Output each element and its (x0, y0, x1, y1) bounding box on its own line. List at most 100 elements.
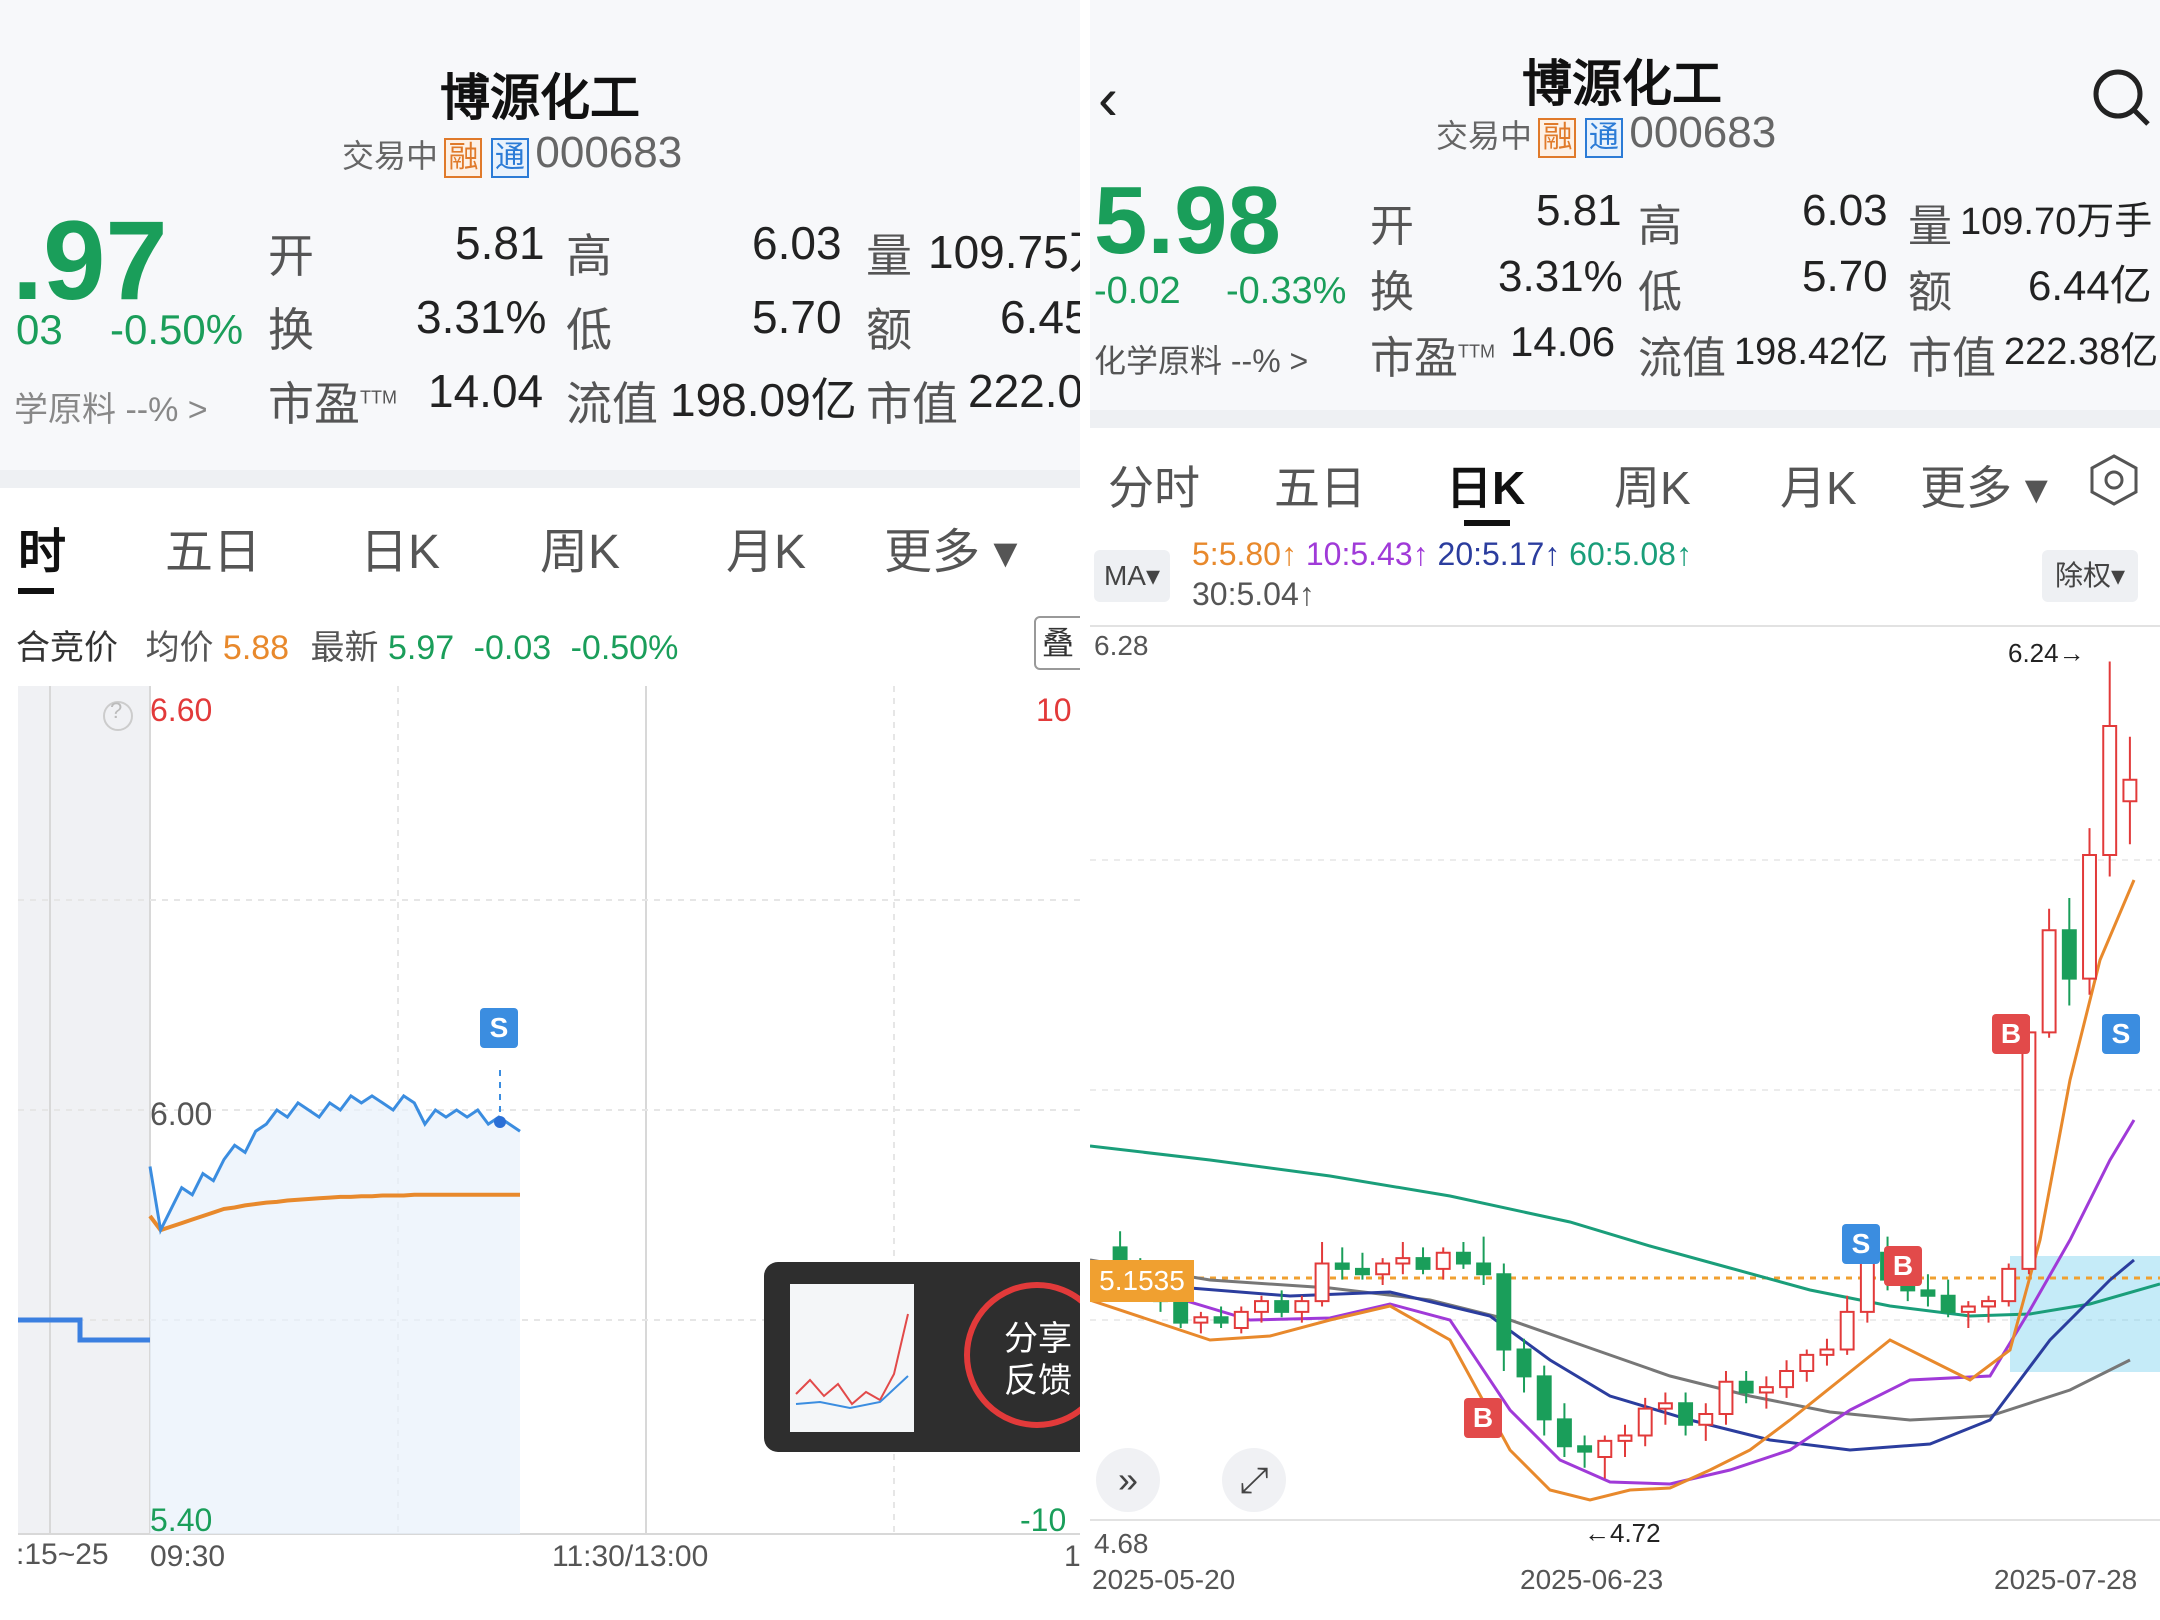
tab-weekly-k[interactable]: 周K (540, 512, 620, 582)
high-value: 6.03 (1802, 186, 1888, 235)
share-label[interactable]: 分享 反馈 (1004, 1318, 1072, 1402)
candle-body (1637, 1407, 1653, 1437)
low-annotation: ←4.72 (1584, 1518, 1661, 1548)
candle-body (2082, 854, 2097, 980)
tab-five-day[interactable]: 五日 (1274, 452, 1366, 518)
candle-body (2122, 778, 2138, 803)
candle-body (1738, 1380, 1754, 1394)
help-icon-glyph: ? (110, 698, 123, 723)
y-axis-bottom: 5.40 (150, 1502, 213, 1538)
sector-link[interactable]: 化学原料 --% > (1094, 336, 1308, 382)
candle-body (2001, 1267, 2017, 1303)
search-icon[interactable] (2090, 66, 2152, 128)
ma10-value: 10:5.43↑ (1305, 536, 1429, 572)
volume-value: 109.75万 (928, 226, 1080, 278)
sector-link[interactable]: 学原料 --% > (14, 382, 208, 431)
buy-signal-badge[interactable]: B (1884, 1246, 1922, 1286)
y-axis-top: 6.28 (1094, 630, 1149, 661)
open-label: 开 (1370, 202, 1414, 251)
reference-price-label: 5.1535 (1090, 1260, 1194, 1302)
expand-forward-icon[interactable]: » (1096, 1448, 1160, 1512)
ex-rights-selector[interactable]: 除权▾ (2042, 550, 2138, 602)
x-axis-mid: 2025-06-23 (1520, 1564, 1664, 1595)
candle-body (1839, 1310, 1855, 1351)
tab-five-day[interactable]: 五日 (165, 512, 261, 582)
float-label: 流值 (1638, 334, 1726, 383)
pe-value: 14.06 (1510, 318, 1616, 365)
candle-body (1799, 1353, 1815, 1372)
candle-body (1375, 1262, 1391, 1276)
mcap-value: 222.38亿 (2004, 331, 2159, 373)
turnover-label: 换 (268, 304, 314, 356)
turnover-label: 换 (1370, 268, 1414, 317)
candle-body (2041, 929, 2057, 1034)
tab-intraday[interactable]: 分时 (1108, 452, 1200, 518)
ma30-value: 30:5.04↑ (1192, 576, 1315, 612)
candle-body (1698, 1413, 1714, 1426)
overlay-button[interactable]: 叠 (1034, 616, 1080, 670)
buy-signal-badge[interactable]: B (1992, 1014, 2030, 1054)
stock-title: 博源化工 (440, 70, 640, 126)
stock-code: 000683 (535, 128, 683, 177)
volume-label: 量 (1908, 202, 1952, 251)
candle-body (1193, 1316, 1209, 1324)
candle-body (1314, 1262, 1330, 1303)
open-label: 开 (268, 230, 314, 282)
section-divider (0, 470, 1080, 488)
tab-more[interactable]: 更多 ▾ (884, 512, 1017, 582)
sell-signal-badge[interactable]: S (1842, 1224, 1880, 1264)
fullscreen-icon[interactable]: ⤢ (1222, 1448, 1286, 1512)
settings-hexagon-icon[interactable] (2086, 452, 2142, 508)
daily-k-chart (1090, 625, 2160, 1521)
share-text: 分享 (1004, 1320, 1072, 1358)
candle-body (1617, 1434, 1633, 1442)
pe-label-text: 市盈 (268, 378, 360, 430)
tab-daily-k[interactable]: 日K (1446, 452, 1525, 518)
tab-monthly-k[interactable]: 月K (726, 512, 806, 582)
sell-signal-badge[interactable]: S (2102, 1014, 2140, 1054)
candle-body (1455, 1251, 1471, 1265)
avg-value: 5.88 (222, 629, 290, 667)
low-label: 低 (1638, 268, 1682, 317)
x-axis-midday: 11:30/13:00 (552, 1540, 709, 1573)
candle-body (1657, 1402, 1673, 1410)
turnover-value: 3.31% (416, 291, 547, 343)
tab-weekly-k[interactable]: 周K (1614, 452, 1691, 518)
tab-intraday[interactable]: 时 (18, 512, 66, 582)
tab-daily-k[interactable]: 日K (360, 512, 440, 582)
back-icon[interactable]: ‹ (1098, 64, 1118, 133)
trading-status: 交易中 (1436, 118, 1533, 154)
pe-ttm: TTM (1458, 341, 1495, 362)
latest-value: 5.97 (388, 629, 455, 667)
x-axis-close: 1 (1064, 1540, 1080, 1573)
tab-more[interactable]: 更多 ▾ (1920, 452, 2048, 518)
stock-subline: 交易中 融 通 000683 (1436, 108, 1776, 158)
candle-body (1920, 1289, 1936, 1297)
buy-signal-badge[interactable]: B (1464, 1398, 1502, 1438)
pct-axis-bottom: -10 (1020, 1502, 1067, 1538)
connect-tag: 通 (1584, 118, 1623, 158)
candle-body (1496, 1273, 1512, 1351)
screenshot-thumbnail[interactable] (790, 1284, 914, 1432)
float-value: 198.09亿 (670, 374, 857, 426)
low-value: 5.70 (752, 291, 842, 343)
candle-body (1597, 1439, 1613, 1458)
sell-signal-badge[interactable]: S (480, 1008, 518, 1048)
ma5-value: 5:5.80↑ (1192, 536, 1297, 572)
candle-body (1354, 1267, 1370, 1276)
ma60-line (1090, 1144, 2160, 1318)
candle-body (1274, 1300, 1290, 1313)
candle-body (1334, 1262, 1350, 1270)
candle-body (2061, 929, 2077, 980)
open-value: 5.81 (1536, 186, 1622, 235)
price-change: -0.02 (1094, 270, 1181, 312)
share-feedback-popup[interactable]: 分享 反馈 (764, 1262, 1080, 1452)
candle-body (1758, 1386, 1774, 1394)
price-area (150, 1095, 520, 1534)
ma-selector[interactable]: MA▾ (1094, 550, 1170, 602)
high-annotation: 6.24→ (2008, 638, 2085, 668)
tab-monthly-k[interactable]: 月K (1780, 452, 1857, 518)
x-axis-open: 09:30 (150, 1540, 226, 1573)
volume-value: 109.70万手 (1960, 201, 2153, 243)
candle-body (1395, 1257, 1411, 1265)
